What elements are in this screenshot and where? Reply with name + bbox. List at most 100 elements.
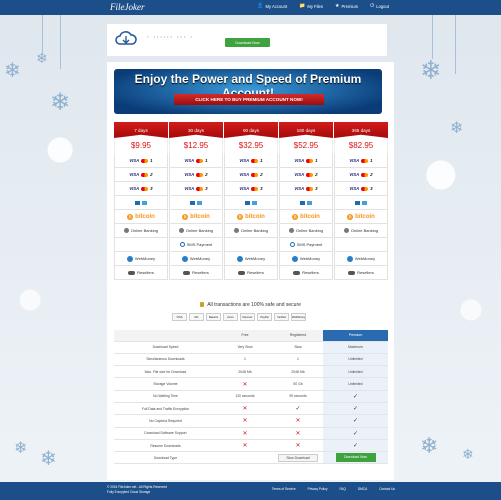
pay-option-card-1[interactable]: VISA 1 <box>279 154 333 168</box>
pay-option-card-2[interactable]: VISA 2 <box>114 168 168 182</box>
cross-icon: ✕ <box>242 442 248 450</box>
pay-option-online-banking[interactable]: Online Banking <box>169 224 223 238</box>
pay-option-resellers[interactable]: Resellers <box>114 266 168 280</box>
cross-cell: ✕ <box>217 427 273 440</box>
pay-option-card-1[interactable]: VISA 1 <box>114 154 168 168</box>
nav-premium[interactable]: ★ Premium <box>335 3 358 9</box>
pay-option-online-banking[interactable]: Online Banking <box>224 224 278 238</box>
pay-option-jcb[interactable] <box>334 196 388 210</box>
resellers-icon <box>128 270 136 275</box>
feature-name: Download Speed <box>114 341 217 354</box>
footer-link-terms[interactable]: Terms of Service <box>272 487 296 491</box>
snowflake-icon: ❄ <box>420 434 439 459</box>
resellers-icon <box>348 270 356 275</box>
fast-download-cell: Download Now <box>323 451 388 465</box>
checkmark-icon: ✓ <box>352 405 359 413</box>
pay-option-webmoney[interactable]: WebMoney <box>279 252 333 266</box>
feature-value: 90 seconds <box>273 390 323 403</box>
footer-link-faq[interactable]: FAQ <box>339 487 345 491</box>
pay-option-card-1[interactable]: VISA 1 <box>169 154 223 168</box>
plan-column[interactable]: 30 days $12.95 VISA 1 VISA 2 VISA 3 ₿ bitcoi… <box>169 122 223 280</box>
mastercard-icon <box>196 158 204 163</box>
pay-option-jcb[interactable] <box>114 196 168 210</box>
check-cell: ✓ <box>323 390 388 403</box>
pay-option-webmoney[interactable]: WebMoney <box>224 252 278 266</box>
footer-link-privacy[interactable]: Privacy Policy <box>308 487 328 491</box>
pay-option-card-3[interactable]: VISA 3 <box>224 182 278 196</box>
pay-option-webmoney[interactable]: WebMoney <box>114 252 168 266</box>
pay-option-webmoney[interactable]: WebMoney <box>334 252 388 266</box>
table-row: No Captcha Required ✕ ✕ ✓ <box>114 414 388 428</box>
cross-icon: ✕ <box>295 417 301 425</box>
pay-option-online-banking[interactable]: Online Banking <box>279 224 333 238</box>
plan-price: $82.95 <box>334 138 388 154</box>
nav-my-files[interactable]: 📁 My Files <box>299 3 323 9</box>
table-row: Download Type Slow Download Download Now <box>114 451 388 465</box>
snowflake-icon: ❄ <box>50 88 71 116</box>
bank-icon <box>233 228 239 233</box>
pay-option-card-2[interactable]: VISA 2 <box>334 168 388 182</box>
feature-name: Download Type <box>114 451 217 465</box>
pay-option-resellers[interactable]: Resellers <box>279 266 333 280</box>
snowflake-icon: ❄ <box>36 51 48 67</box>
feature-name: Simultaneous Downloads <box>114 353 217 367</box>
pay-option-sms[interactable]: SMS Payment <box>169 238 223 252</box>
jcb-icon <box>355 200 360 205</box>
pay-option-online-banking[interactable]: Online Banking <box>114 224 168 238</box>
plan-column[interactable]: 90 days $32.95 VISA 1 VISA 2 VISA 3 ₿ bitcoi… <box>224 122 278 280</box>
column-header-premium: Premium <box>323 330 388 342</box>
pay-option-resellers[interactable]: Resellers <box>169 266 223 280</box>
pay-option-card-2[interactable]: VISA 2 <box>279 168 333 182</box>
pay-option-card-3[interactable]: VISA 3 <box>169 182 223 196</box>
nav-logout[interactable]: ⏻ Logout <box>370 3 389 9</box>
feature-name: No Captcha Required <box>114 414 217 428</box>
nav-my-account[interactable]: 👤 My Account <box>257 3 287 9</box>
pay-option-bitcoin[interactable]: ₿ bitcoin <box>279 210 333 224</box>
footer-link-contact[interactable]: Contact Us <box>379 487 395 491</box>
pay-option-card-3[interactable]: VISA 3 <box>114 182 168 196</box>
plan-column[interactable]: 180 days $52.95 VISA 1 VISA 2 VISA 3 ₿ bitco… <box>279 122 333 280</box>
feature-value: Maximum <box>323 341 388 354</box>
slow-download-cell: Slow Download <box>273 451 323 465</box>
pay-option-sms[interactable]: SMS Payment <box>279 238 333 252</box>
slow-download-button[interactable]: Slow Download <box>278 453 318 462</box>
pay-option-resellers[interactable]: Resellers <box>224 266 278 280</box>
footer-link-dmca[interactable]: DMCA <box>358 487 367 491</box>
premium-download-button[interactable]: Download Now <box>335 453 376 463</box>
pay-option-bitcoin[interactable]: ₿ bitcoin <box>334 210 388 224</box>
download-now-button[interactable]: Download Now <box>225 38 270 47</box>
sms-icon <box>179 242 185 247</box>
file-name: • •••••• ••• • <box>147 34 194 39</box>
pay-option-jcb[interactable] <box>169 196 223 210</box>
table-header-row: Free Registered Premium <box>114 330 388 342</box>
pay-option-jcb[interactable] <box>279 196 333 210</box>
pay-option-online-banking[interactable]: Online Banking <box>334 224 388 238</box>
snowflake-icon: ❄ <box>462 447 474 463</box>
pay-option-webmoney[interactable]: WebMoney <box>169 252 223 266</box>
main-nav: 👤 My Account 📁 My Files ★ Premium ⏻ Logo… <box>257 3 389 9</box>
site-logo[interactable]: FileJoker <box>110 2 144 12</box>
plan-price: $32.95 <box>224 138 278 154</box>
plan-column[interactable]: 365 days $82.95 VISA 1 VISA 2 VISA 3 ₿ bitco… <box>334 122 388 280</box>
payment-logo: Amex <box>223 313 238 321</box>
column-header-registered: Registered <box>273 330 323 342</box>
pay-option-card-2[interactable]: VISA 2 <box>169 168 223 182</box>
pay-option-empty <box>224 238 278 252</box>
snowflake-icon: ❄ <box>450 118 464 137</box>
cross-cell: ✕ <box>273 414 323 428</box>
plan-column[interactable]: 7 days $9.95 VISA 1 VISA 2 VISA 3 ₿ bitcoin … <box>114 122 168 280</box>
pay-option-bitcoin[interactable]: ₿ bitcoin <box>114 210 168 224</box>
pay-option-card-2[interactable]: VISA 2 <box>224 168 278 182</box>
pay-option-resellers[interactable]: Resellers <box>334 266 388 280</box>
pay-option-bitcoin[interactable]: ₿ bitcoin <box>224 210 278 224</box>
buy-premium-button[interactable]: CLICK HERE TO BUY PREMIUM ACCOUNT NOW! <box>174 94 324 105</box>
payment-logo: PayPal <box>257 313 272 321</box>
pay-option-card-1[interactable]: VISA 1 <box>224 154 278 168</box>
payment-logos: VISA MC Maestro Amex Discover PayPal Ver… <box>172 313 306 321</box>
pay-option-card-3[interactable]: VISA 3 <box>279 182 333 196</box>
pay-option-jcb[interactable] <box>224 196 278 210</box>
pay-option-bitcoin[interactable]: ₿ bitcoin <box>169 210 223 224</box>
premium-banner[interactable]: Enjoy the Power and Speed of Premium Acc… <box>114 69 382 114</box>
pay-option-card-1[interactable]: VISA 1 <box>334 154 388 168</box>
pay-option-card-3[interactable]: VISA 3 <box>334 182 388 196</box>
